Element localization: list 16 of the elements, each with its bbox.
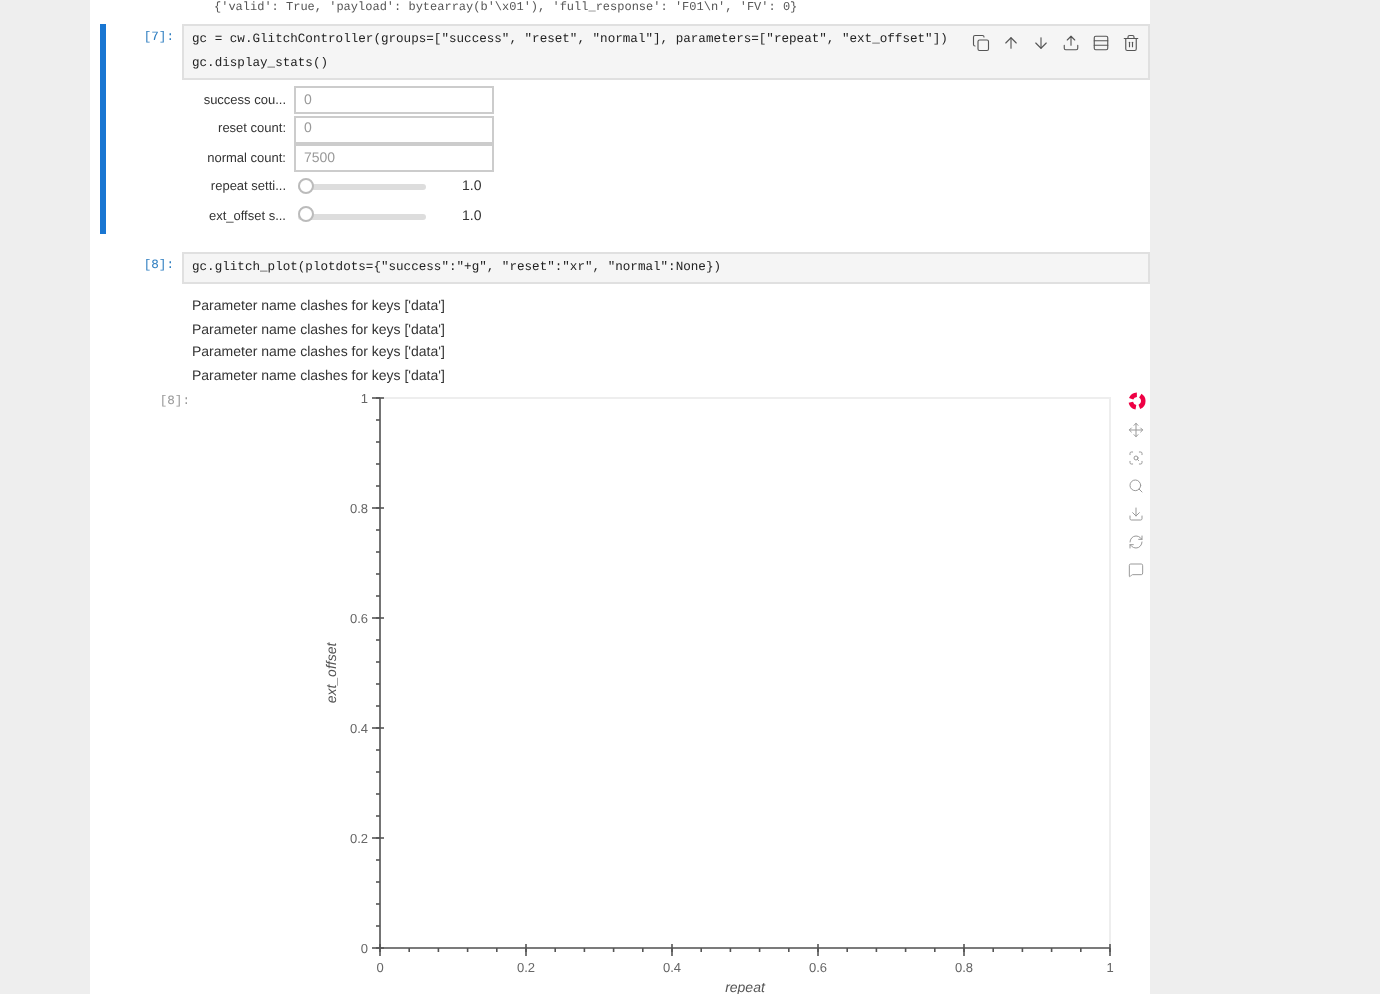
- reset-icon[interactable]: [1128, 534, 1144, 550]
- arrow-down-icon[interactable]: [1032, 34, 1050, 52]
- move-icon[interactable]: [1128, 422, 1144, 438]
- slider-thumb[interactable]: [298, 177, 314, 193]
- slider-track[interactable]: [298, 184, 426, 190]
- wheel-zoom-icon[interactable]: [1128, 478, 1144, 494]
- slider-thumb[interactable]: [298, 206, 314, 222]
- upload-icon[interactable]: [1062, 34, 1080, 52]
- arrow-up-icon[interactable]: [1002, 34, 1020, 52]
- trash-icon[interactable]: [1122, 34, 1140, 52]
- box-zoom-icon[interactable]: [1128, 450, 1144, 466]
- hover-icon[interactable]: [1128, 562, 1144, 578]
- logo-icon[interactable]: [1127, 392, 1145, 410]
- save-icon[interactable]: [1128, 506, 1144, 522]
- copy-icon[interactable]: [972, 34, 990, 52]
- insert-cell-icon[interactable]: [1092, 34, 1110, 52]
